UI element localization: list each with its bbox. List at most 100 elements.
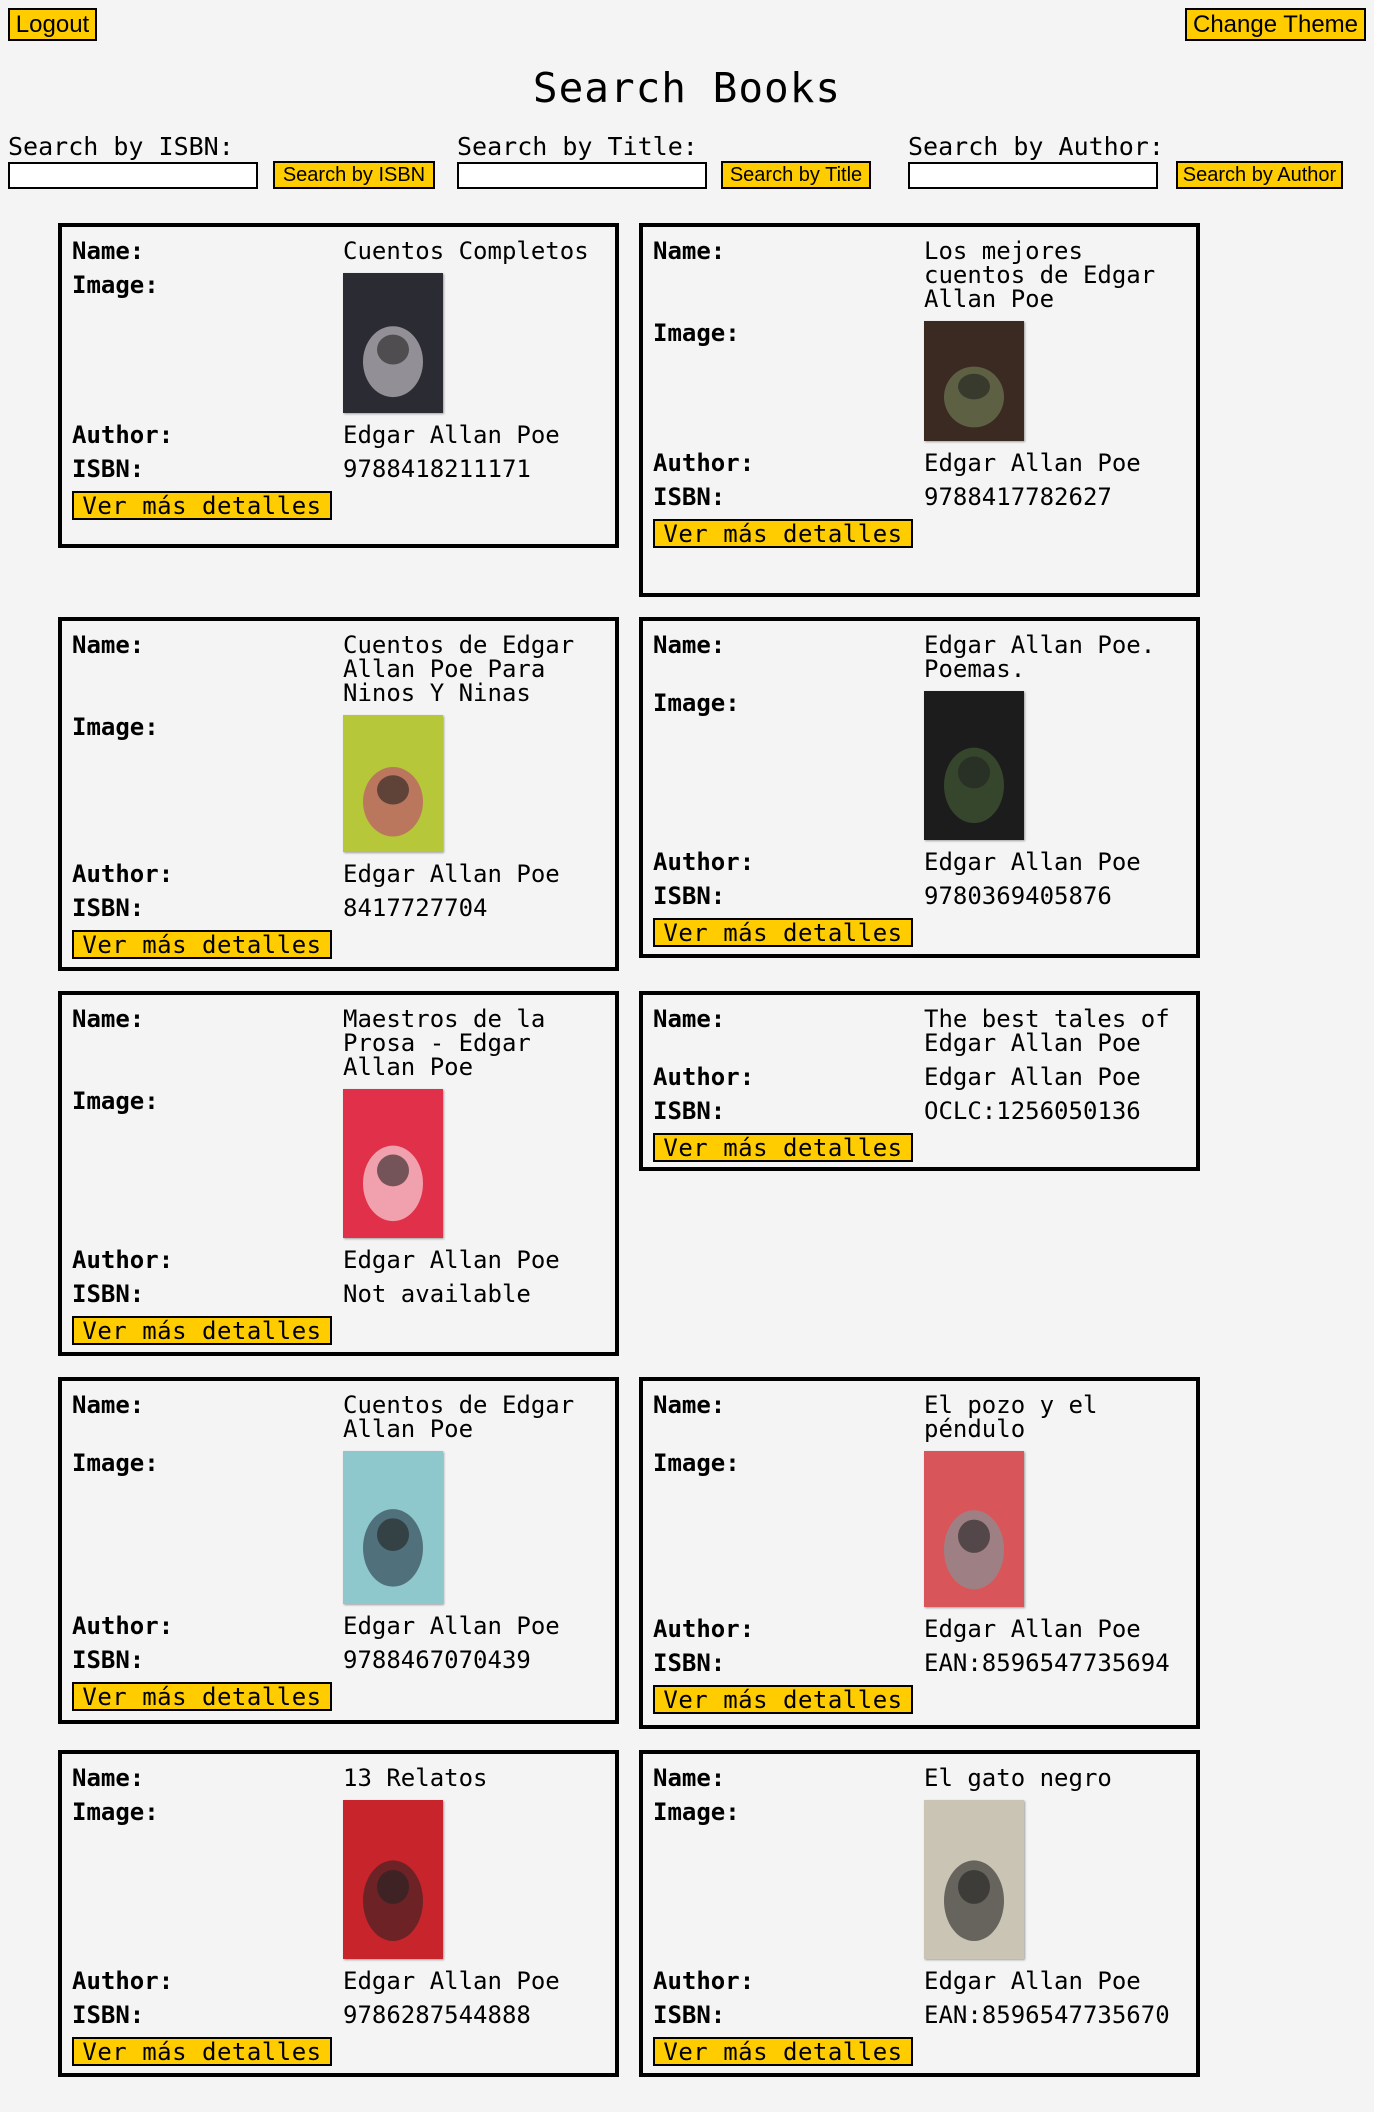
details-button[interactable]: Ver más detalles — [72, 491, 332, 520]
book-card: Name: Cuentos de Edgar Allan Poe Image: Aut… — [58, 1377, 619, 1724]
book-isbn: 9780369405876 — [924, 882, 1112, 910]
isbn-label: ISBN: — [653, 2001, 726, 2029]
book-author: Edgar Allan Poe — [343, 1246, 560, 1274]
search-author-button[interactable]: Search by Author — [1176, 161, 1343, 189]
book-isbn: 9788467070439 — [343, 1646, 531, 1674]
image-label: Image: — [653, 1449, 740, 1477]
isbn-label: ISBN: — [653, 483, 726, 511]
book-author: Edgar Allan Poe — [924, 1063, 1141, 1091]
book-card: Name: El gato negro Image: Author: Edgar All… — [639, 1750, 1200, 2077]
author-label: Author: — [653, 1063, 755, 1091]
book-isbn: EAN:8596547735694 — [924, 1649, 1170, 1677]
book-name: Los mejores cuentos de Edgar Allan Poe — [924, 237, 1156, 313]
book-author: Edgar Allan Poe — [343, 1612, 560, 1640]
details-button[interactable]: Ver más detalles — [72, 1316, 332, 1345]
page-title: Search Books — [532, 64, 842, 112]
search-author-label: Search by Author: — [908, 132, 1164, 161]
author-label: Author: — [72, 860, 174, 888]
isbn-label: ISBN: — [653, 1649, 726, 1677]
author-label: Author: — [72, 1246, 174, 1274]
author-label: Author: — [653, 449, 755, 477]
book-author: Edgar Allan Poe — [924, 1967, 1141, 1995]
book-name: Cuentos Completos — [343, 237, 589, 265]
book-card: Name: El pozo y el péndulo Image: Author: Ed… — [639, 1377, 1200, 1729]
book-card: Name: Edgar Allan Poe. Poemas. Image: Autho… — [639, 617, 1200, 958]
image-label: Image: — [653, 319, 740, 347]
book-name: El gato negro — [924, 1764, 1112, 1792]
name-label: Name: — [72, 1764, 145, 1792]
search-isbn-label: Search by ISBN: — [8, 132, 234, 161]
name-label: Name: — [653, 631, 726, 659]
book-cover-image — [343, 1451, 443, 1604]
book-card: Name: Maestros de la Prosa - Edgar Allan … — [58, 991, 619, 1356]
book-name: Cuentos de Edgar Allan Poe Para Ninos Y … — [343, 631, 575, 707]
book-cover-image — [924, 691, 1024, 840]
image-label: Image: — [72, 1449, 159, 1477]
book-isbn: 9788417782627 — [924, 483, 1112, 511]
isbn-label: ISBN: — [72, 1646, 145, 1674]
search-title-label: Search by Title: — [457, 132, 698, 161]
isbn-label: ISBN: — [72, 455, 145, 483]
book-card: Name: Cuentos de Edgar Allan Poe Para Nin… — [58, 617, 619, 971]
name-label: Name: — [72, 631, 145, 659]
details-button[interactable]: Ver más detalles — [72, 930, 332, 959]
book-cover-image — [343, 1800, 443, 1959]
details-button[interactable]: Ver más detalles — [653, 918, 913, 947]
name-label: Name: — [72, 1391, 145, 1419]
isbn-label: ISBN: — [653, 882, 726, 910]
author-label: Author: — [653, 1967, 755, 1995]
author-label: Author: — [653, 848, 755, 876]
details-button[interactable]: Ver más detalles — [72, 2037, 332, 2066]
book-cover-image — [924, 1800, 1024, 1959]
book-card: Name: Cuentos Completos Image: Author: Edgar… — [58, 223, 619, 548]
image-label: Image: — [72, 271, 159, 299]
book-name: Maestros de la Prosa - Edgar Allan Poe — [343, 1005, 546, 1081]
book-author: Edgar Allan Poe — [343, 1967, 560, 1995]
search-title-group: Search by Title: Search by Title — [457, 132, 871, 189]
book-name: 13 Relatos — [343, 1764, 488, 1792]
search-isbn-button[interactable]: Search by ISBN — [273, 161, 435, 189]
book-isbn: 8417727704 — [343, 894, 488, 922]
isbn-label: ISBN: — [72, 894, 145, 922]
image-label: Image: — [653, 689, 740, 717]
book-author: Edgar Allan Poe — [343, 421, 560, 449]
book-isbn: 9788418211171 — [343, 455, 531, 483]
book-cover-image — [924, 321, 1024, 441]
book-card: Name: Los mejores cuentos de Edgar Allan … — [639, 223, 1200, 597]
name-label: Name: — [72, 1005, 145, 1033]
isbn-label: ISBN: — [72, 2001, 145, 2029]
book-author: Edgar Allan Poe — [924, 848, 1141, 876]
details-button[interactable]: Ver más detalles — [653, 2037, 913, 2066]
search-isbn-group: Search by ISBN: Search by ISBN — [8, 132, 435, 189]
change-theme-button[interactable]: Change Theme — [1185, 8, 1366, 41]
author-label: Author: — [72, 421, 174, 449]
book-name: El pozo y el péndulo — [924, 1391, 1098, 1443]
book-card: Name: 13 Relatos Image: Author: Edgar Allan … — [58, 1750, 619, 2077]
logout-button[interactable]: Logout — [8, 8, 97, 41]
search-title-button[interactable]: Search by Title — [721, 161, 871, 189]
image-label: Image: — [653, 1798, 740, 1826]
details-button[interactable]: Ver más detalles — [653, 519, 913, 548]
details-button[interactable]: Ver más detalles — [72, 1682, 332, 1711]
author-label: Author: — [653, 1615, 755, 1643]
book-cover-image — [924, 1451, 1024, 1607]
book-author: Edgar Allan Poe — [343, 860, 560, 888]
search-isbn-input[interactable] — [8, 162, 258, 189]
book-name: Edgar Allan Poe. Poemas. — [924, 631, 1156, 683]
details-button[interactable]: Ver más detalles — [653, 1685, 913, 1714]
isbn-label: ISBN: — [653, 1097, 726, 1125]
image-label: Image: — [72, 1087, 159, 1115]
image-label: Image: — [72, 713, 159, 741]
book-isbn: EAN:8596547735670 — [924, 2001, 1170, 2029]
book-isbn: 9786287544888 — [343, 2001, 531, 2029]
book-cover-image — [343, 1089, 443, 1238]
search-title-input[interactable] — [457, 162, 707, 189]
book-cover-image — [343, 273, 443, 413]
book-name: Cuentos de Edgar Allan Poe — [343, 1391, 575, 1443]
book-name: The best tales of Edgar Allan Poe — [924, 1005, 1170, 1057]
search-author-input[interactable] — [908, 162, 1158, 189]
author-label: Author: — [72, 1612, 174, 1640]
name-label: Name: — [653, 1391, 726, 1419]
details-button[interactable]: Ver más detalles — [653, 1133, 913, 1162]
image-label: Image: — [72, 1798, 159, 1826]
